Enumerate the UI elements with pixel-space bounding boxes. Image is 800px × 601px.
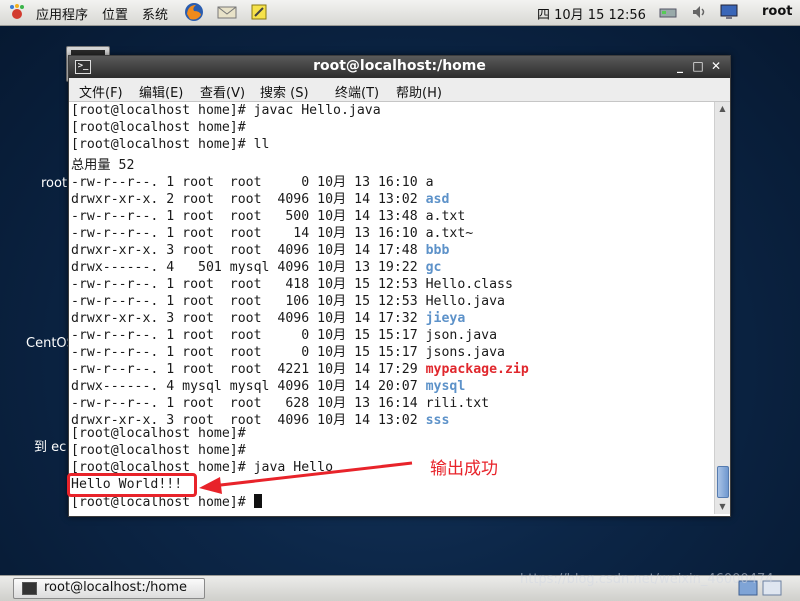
scroll-down-icon[interactable]: ▼: [715, 500, 730, 514]
terminal-line: -rw-r--r--. 1 root root 0 10月 13 16:10 a: [71, 175, 434, 190]
terminal-line: -rw-r--r--. 1 root root 0 10月 15 15:17 j…: [71, 345, 505, 360]
terminal-line: -rw-r--r--. 1 root root 500 10月 14 13:48…: [71, 209, 466, 224]
terminal-line: [root@localhost home]# ll: [71, 137, 270, 152]
notes-icon[interactable]: [250, 3, 268, 21]
terminal-line: -rw-r--r--. 1 root root 418 10月 15 12:53…: [71, 277, 513, 292]
terminal-line: drwx------. 4 501 mysql 4096 10月 13 19:2…: [71, 260, 442, 275]
user-name[interactable]: root: [762, 4, 793, 19]
terminal-window: >_ root@localhost:/home _ □ ✕ 文件(F) 编辑(E…: [68, 55, 731, 517]
taskbar-label: root@localhost:/home: [44, 580, 188, 595]
menu-edit[interactable]: 编辑(E): [139, 82, 183, 101]
terminal-line: [root@localhost home]#: [71, 443, 246, 458]
window-title: root@localhost:/home: [313, 58, 486, 74]
terminal-line: -rw-r--r--. 1 root root 628 10月 13 16:14…: [71, 396, 490, 411]
mail-icon[interactable]: [216, 3, 238, 21]
terminal-line: -rw-r--r--. 1 root root 106 10月 15 12:53…: [71, 294, 505, 309]
terminal-line: 总用量 52: [71, 158, 135, 173]
menu-file[interactable]: 文件(F): [79, 82, 123, 101]
terminal-line: -rw-r--r--. 1 root root 14 10月 13 16:10 …: [71, 226, 474, 241]
top-panel: 应用程序 位置 系统 四 10月 15 12:56 root: [0, 0, 800, 26]
terminal-output[interactable]: [root@localhost home]# javac Hello.java […: [71, 102, 714, 514]
file-name: sss: [425, 413, 450, 428]
menu-places[interactable]: 位置: [102, 4, 128, 23]
terminal-line: drwxr-xr-x. 3 root root 4096 10月 14 13:0…: [71, 413, 450, 428]
close-icon[interactable]: ✕: [709, 58, 723, 74]
terminal-line: drwxr-xr-x. 3 root root 4096 10月 14 17:3…: [71, 311, 466, 326]
scrollbar[interactable]: ▲ ▼: [714, 102, 730, 514]
terminal-line: drwxr-xr-x. 2 root root 4096 10月 14 13:0…: [71, 192, 450, 207]
terminal-line: [root@localhost home]#: [71, 426, 246, 441]
terminal-line: drwx------. 4 mysql mysql 4096 10月 14 20…: [71, 379, 466, 394]
annotation-text: 输出成功: [430, 459, 498, 479]
text-cursor: [253, 494, 262, 508]
firefox-icon[interactable]: [184, 2, 204, 22]
menu-view[interactable]: 查看(V): [200, 82, 245, 101]
terminal-line: [root@localhost home]# javac Hello.java: [71, 103, 381, 118]
terminal-line: [root@localhost home]#: [71, 120, 246, 135]
display-icon[interactable]: [718, 3, 740, 21]
terminal-line: -rw-r--r--. 1 root root 0 10月 15 15:17 j…: [71, 328, 498, 343]
desktop-label-root[interactable]: root: [41, 176, 67, 191]
terminal-line: -rw-r--r--. 1 root root 4221 10月 14 17:2…: [71, 362, 529, 377]
menu-terminal[interactable]: 终端(T): [335, 82, 379, 101]
menu-help[interactable]: 帮助(H): [396, 82, 442, 101]
menu-applications[interactable]: 应用程序: [36, 4, 88, 23]
maximize-icon[interactable]: □: [691, 58, 705, 74]
window-menubar: 文件(F) 编辑(E) 查看(V) 搜索 (S) 终端(T) 帮助(H): [69, 78, 730, 102]
minimize-icon[interactable]: _: [673, 58, 687, 74]
scrollbar-thumb[interactable]: [717, 466, 729, 498]
gnome-foot-icon[interactable]: [8, 3, 26, 21]
desktop-label-ec[interactable]: 到 ec: [34, 436, 66, 455]
network-icon[interactable]: [658, 3, 678, 21]
taskbar-button-terminal[interactable]: root@localhost:/home: [13, 578, 205, 599]
menu-search[interactable]: 搜索 (S): [260, 82, 309, 101]
highlight-box: [67, 473, 197, 497]
window-titlebar[interactable]: >_ root@localhost:/home _ □ ✕: [69, 56, 730, 78]
scroll-up-icon[interactable]: ▲: [715, 102, 730, 116]
clock[interactable]: 四 10月 15 12:56: [537, 4, 646, 23]
terminal-icon: [22, 582, 37, 595]
watermark: https://blog.csdn.net/weixin_46000474: [520, 572, 774, 587]
menu-system[interactable]: 系统: [142, 4, 168, 23]
volume-icon[interactable]: [690, 3, 708, 21]
terminal-line: drwxr-xr-x. 3 root root 4096 10月 14 17:4…: [71, 243, 450, 258]
